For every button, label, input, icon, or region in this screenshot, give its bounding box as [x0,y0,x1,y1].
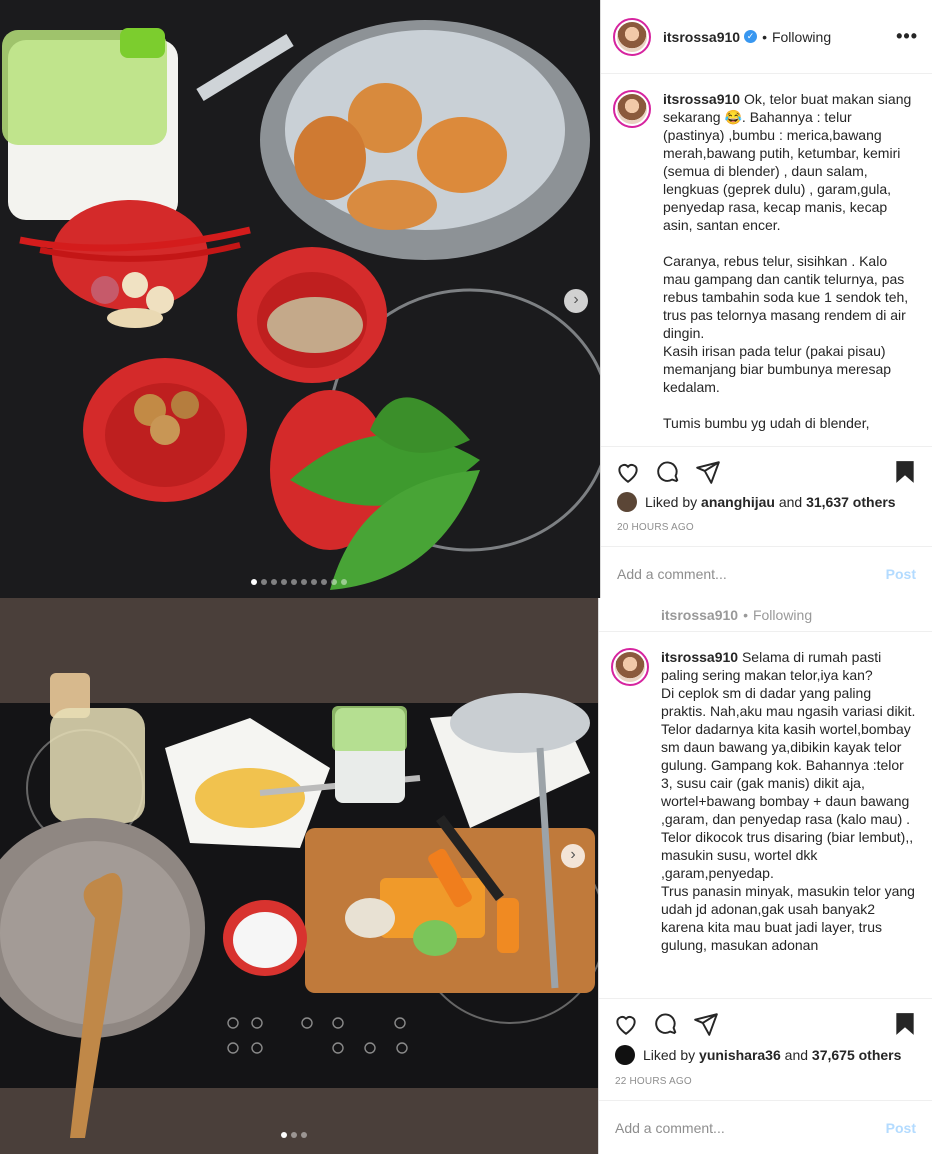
next-image-button[interactable]: › [564,289,588,313]
carousel-indicator [251,579,347,585]
caption-text: itsrossa910 Selama di rumah pasti paling… [661,648,916,1032]
caption: itsrossa910 Selama di rumah pasti paling… [599,632,932,1032]
carousel-dot[interactable] [311,579,317,585]
liked-by-prefix: Liked by [643,1047,696,1063]
post-2-image-illustration [0,598,598,1154]
post-2-photo[interactable]: › [0,598,598,1154]
post-time[interactable]: 20 HOURS AGO [617,522,694,533]
bookmark-icon[interactable] [892,459,918,485]
caption-body: Ok, telor buat makan siang sekarang 😂. B… [663,91,912,431]
comment-bar: Add a comment... Post [599,1100,932,1154]
likes-count[interactable]: 37,675 others [812,1047,902,1063]
carousel-dot[interactable] [341,579,347,585]
post-header-partial: itsrossa910 • Following [599,598,932,632]
carousel-dot[interactable] [291,1132,297,1138]
separator-dot: • [743,606,748,623]
caption-text: itsrossa910 Ok, telor buat makan siang s… [663,90,916,446]
liker-avatar[interactable] [617,492,637,512]
avatar[interactable] [613,17,651,56]
following-button[interactable]: Following [772,29,831,45]
liker-avatar[interactable] [615,1045,635,1065]
post-1-photo[interactable]: › [0,0,600,600]
carousel-dot[interactable] [251,579,257,585]
likes-line: Liked by yunishara36 and 37,675 others [615,1045,901,1065]
liked-by-user[interactable]: ananghijau [701,494,775,510]
carousel-dot[interactable] [301,579,307,585]
comment-icon[interactable] [655,459,681,485]
caption: itsrossa910 Ok, telor buat makan siang s… [601,74,932,446]
caption-avatar[interactable] [613,90,651,128]
action-bar [599,998,932,1048]
post-time[interactable]: 22 HOURS AGO [615,1076,692,1087]
share-icon[interactable] [693,1011,719,1037]
post-1: › itsrossa910 ✓ • Following ••• itsrossa… [0,0,932,600]
likes-count[interactable]: 31,637 others [806,494,896,510]
liked-by-and: and [778,494,803,510]
post-comment-button[interactable]: Post [886,566,916,582]
post-1-image-illustration [0,0,600,600]
comment-input[interactable]: Add a comment... [617,566,886,582]
carousel-dot[interactable] [271,579,277,585]
share-icon[interactable] [695,459,721,485]
post-2: › itsrossa910 • Following itsrossa910 Se… [0,598,932,1154]
username-link[interactable]: itsrossa910 [661,607,738,623]
comment-icon[interactable] [653,1011,679,1037]
caption-username[interactable]: itsrossa910 [661,649,738,665]
post-1-side-panel: itsrossa910 ✓ • Following ••• itsrossa91… [600,0,932,600]
separator-dot: • [762,28,767,45]
chevron-right-icon: › [570,846,576,863]
verified-icon: ✓ [744,30,758,43]
heart-icon[interactable] [615,459,641,485]
liked-by-prefix: Liked by [645,494,698,510]
comment-input[interactable]: Add a comment... [615,1120,886,1136]
liked-by-user[interactable]: yunishara36 [699,1047,781,1063]
post-comment-button[interactable]: Post [886,1120,916,1136]
bookmark-icon[interactable] [892,1011,918,1037]
more-options-icon[interactable]: ••• [896,26,918,47]
carousel-indicator [281,1132,307,1138]
caption-body: Selama di rumah pasti paling sering maka… [661,649,916,953]
following-button[interactable]: Following [753,607,812,623]
carousel-dot[interactable] [261,579,267,585]
carousel-dot[interactable] [291,579,297,585]
comment-bar: Add a comment... Post [601,546,932,600]
carousel-dot[interactable] [331,579,337,585]
carousel-dot[interactable] [321,579,327,585]
carousel-dot[interactable] [281,1132,287,1138]
caption-username[interactable]: itsrossa910 [663,91,740,107]
post-2-side-panel: itsrossa910 • Following itsrossa910 Sela… [598,598,932,1154]
chevron-right-icon: › [573,291,579,308]
carousel-dot[interactable] [301,1132,307,1138]
action-bar [601,446,932,496]
heart-icon[interactable] [613,1011,639,1037]
likes-line: Liked by ananghijau and 31,637 others [617,492,896,512]
next-image-button[interactable]: › [561,844,585,868]
post-header: itsrossa910 ✓ • Following ••• [601,0,932,74]
carousel-dot[interactable] [281,579,287,585]
caption-avatar[interactable] [611,648,649,686]
liked-by-and: and [784,1047,809,1063]
username-link[interactable]: itsrossa910 [663,29,740,45]
